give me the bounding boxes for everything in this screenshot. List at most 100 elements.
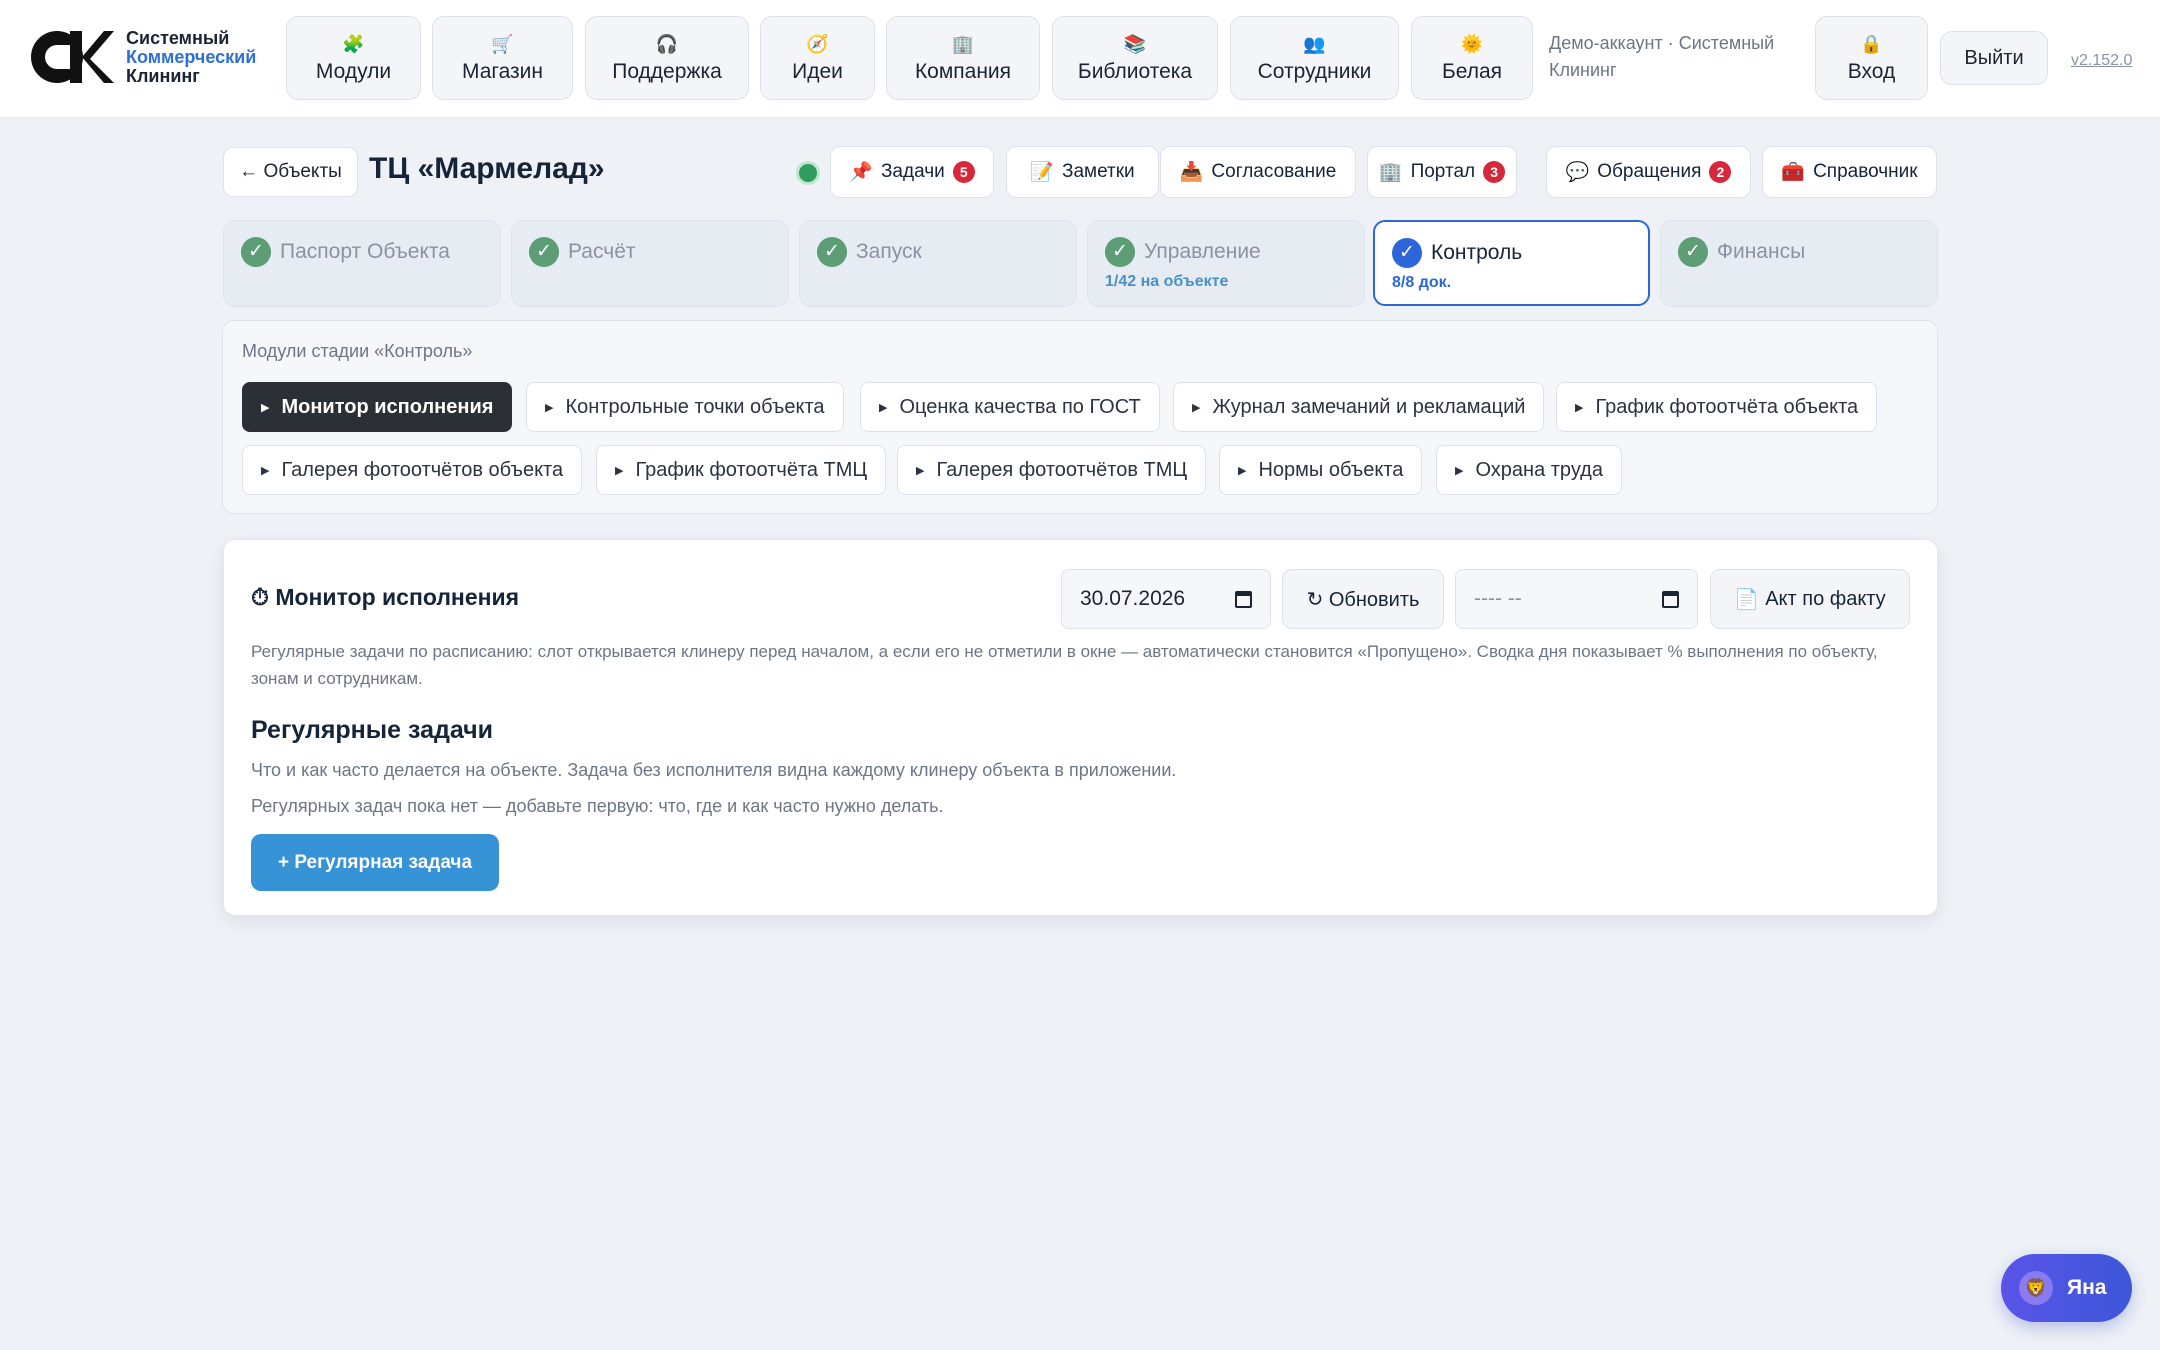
reference-button[interactable]: 🧰 Справочник xyxy=(1762,146,1937,198)
nav-modules-button[interactable]: 🧩 Модули xyxy=(286,16,421,100)
play-icon: ▶ xyxy=(615,464,624,477)
module-chip-tmc-schedule[interactable]: ▶ График фотоотчёта ТМЦ xyxy=(596,445,887,495)
nav-library-button[interactable]: 📚 Библиотека xyxy=(1052,16,1218,100)
requests-button[interactable]: 💬 Обращения 2 xyxy=(1546,146,1751,198)
building-icon: 🏢 xyxy=(951,34,975,54)
module-label: График фотоотчёта ТМЦ xyxy=(635,458,868,481)
module-chip-safety[interactable]: ▶ Охрана труда xyxy=(1436,445,1622,495)
section-description: Что и как часто делается на объекте. Зад… xyxy=(251,760,1177,780)
stage-launch[interactable]: ✓ Запуск xyxy=(799,220,1077,307)
portal-label: Портал xyxy=(1410,161,1476,182)
nav-ideas-button[interactable]: 🧭 Идеи xyxy=(760,16,875,100)
stage-progress: 1/42 на объекте xyxy=(1105,273,1229,290)
stage-progress: 8/8 док. xyxy=(1392,274,1452,291)
date-input[interactable]: 30.07.2026 xyxy=(1061,569,1271,629)
play-icon: ▶ xyxy=(1455,464,1464,477)
module-chip-complaints[interactable]: ▶ Журнал замечаний и рекламаций xyxy=(1173,382,1545,432)
nav-company-button[interactable]: 🏢 Компания xyxy=(886,16,1040,100)
stage-label: Управление xyxy=(1144,240,1261,263)
memo-icon: 📝 xyxy=(1030,162,1054,183)
nav-label: Компания xyxy=(914,60,1012,83)
play-icon: ▶ xyxy=(1192,401,1201,414)
nav-theme-button[interactable]: 🌞 Белая xyxy=(1411,16,1533,100)
reference-label: Справочник xyxy=(1813,161,1918,182)
tasks-button[interactable]: 📌 Задачи 5 xyxy=(830,146,994,198)
module-label: Оценка качества по ГОСТ xyxy=(899,395,1141,418)
act-label: Акт по факту xyxy=(1765,587,1886,610)
act-button[interactable]: 📄 Акт по факту xyxy=(1710,569,1910,629)
play-icon: ▶ xyxy=(545,401,554,414)
module-chip-checkpoints[interactable]: ▶ Контрольные точки объекта xyxy=(526,382,844,432)
module-label: Монитор исполнения xyxy=(281,395,494,418)
month-input[interactable]: ---- -- xyxy=(1455,569,1698,629)
inbox-icon: 📥 xyxy=(1179,162,1204,183)
nav-shop-button[interactable]: 🛒 Магазин xyxy=(432,16,573,100)
login-label: Вход xyxy=(1847,60,1896,83)
pin-icon: 📌 xyxy=(849,162,873,183)
monitor-description: Регулярные задачи по расписанию: слот от… xyxy=(251,642,1878,688)
puzzle-icon: 🧩 xyxy=(342,34,365,54)
logo-line-3: Клининг xyxy=(126,65,200,86)
nav-label: Модули xyxy=(315,60,392,83)
logout-button[interactable]: Выйти xyxy=(1940,31,2048,85)
top-bar: Системный Коммерческий Клининг 🧩 Модули … xyxy=(0,0,2160,118)
nav-label: Белая xyxy=(1441,60,1503,83)
check-icon: ✓ xyxy=(241,237,271,267)
monitor-title: ⏱ Монитор исполнения xyxy=(251,584,520,610)
assistant-name: Яна xyxy=(2067,1276,2107,1299)
toolbox-icon: 🧰 xyxy=(1781,162,1806,183)
module-chip-photo-gallery[interactable]: ▶ Галерея фотоотчётов объекта xyxy=(242,445,583,495)
stage-passport[interactable]: ✓ Паспорт Объекта xyxy=(223,220,501,307)
assistant-button[interactable]: 🦁 Яна xyxy=(2001,1254,2132,1322)
monitor-card: ⏱ Монитор исполнения 30.07.2026 ↻ Обнови… xyxy=(223,539,1938,916)
modules-panel: Модули стадии «Контроль» ▶ Монитор испол… xyxy=(222,320,1938,514)
section-title: Регулярные задачи xyxy=(251,716,494,744)
login-button[interactable]: 🔒 Вход xyxy=(1815,16,1928,100)
nav-label: Магазин xyxy=(461,60,543,83)
calendar-icon[interactable] xyxy=(1235,590,1252,608)
approval-button[interactable]: 📥 Согласование xyxy=(1160,146,1356,198)
version-link[interactable]: v2.152.0 xyxy=(2071,52,2132,70)
logo-text: Системный Коммерческий Клининг xyxy=(126,28,257,86)
play-icon: ▶ xyxy=(1575,401,1584,414)
play-icon: ▶ xyxy=(261,464,270,477)
building-icon: 🏢 xyxy=(1378,162,1403,183)
module-label: Журнал замечаний и рекламаций xyxy=(1212,395,1526,418)
stage-label: Паспорт Объекта xyxy=(280,240,450,263)
portal-button[interactable]: 🏢 Портал 3 xyxy=(1367,146,1517,198)
add-regular-task-button[interactable]: + Регулярная задача xyxy=(251,834,499,891)
stage-calculation[interactable]: ✓ Расчёт xyxy=(511,220,789,307)
module-chip-tmc-gallery[interactable]: ▶ Галерея фотоотчётов ТМЦ xyxy=(897,445,1207,495)
nav-support-button[interactable]: 🎧 Поддержка xyxy=(585,16,749,100)
calendar-icon[interactable] xyxy=(1662,590,1679,608)
document-icon: 📄 xyxy=(1734,588,1760,611)
module-chip-norms[interactable]: ▶ Нормы объекта xyxy=(1219,445,1423,495)
modules-caption: Модули стадии «Контроль» xyxy=(242,341,473,361)
back-to-objects-button[interactable]: ← Объекты xyxy=(223,147,358,197)
nav-label: Библиотека xyxy=(1077,60,1193,83)
nav-employees-button[interactable]: 👥 Сотрудники xyxy=(1230,16,1399,100)
play-icon: ▶ xyxy=(1238,464,1247,477)
stage-control[interactable]: ✓ Контроль 8/8 док. xyxy=(1373,220,1650,306)
logo[interactable]: Системный Коммерческий Клининг xyxy=(30,28,256,86)
check-icon: ✓ xyxy=(817,237,847,267)
cart-icon: 🛒 xyxy=(491,34,514,54)
stage-label: Контроль xyxy=(1431,241,1523,264)
refresh-button[interactable]: ↻ Обновить xyxy=(1282,569,1444,629)
stage-management[interactable]: ✓ Управление 1/42 на объекте xyxy=(1087,220,1365,307)
module-chip-quality[interactable]: ▶ Оценка качества по ГОСТ xyxy=(860,382,1160,432)
stage-finance[interactable]: ✓ Финансы xyxy=(1660,220,1938,307)
date-value: 30.07.2026 xyxy=(1080,587,1186,610)
notes-button[interactable]: 📝 Заметки xyxy=(1006,146,1159,198)
module-label: Галерея фотоотчётов ТМЦ xyxy=(936,458,1188,481)
module-chip-monitor[interactable]: ▶ Монитор исполнения xyxy=(242,382,513,432)
play-icon: ▶ xyxy=(879,401,888,414)
module-chip-photo-schedule[interactable]: ▶ График фотоотчёта объекта xyxy=(1556,382,1878,432)
check-icon: ✓ xyxy=(1392,238,1422,268)
stage-label: Финансы xyxy=(1717,240,1806,263)
stage-label: Запуск xyxy=(856,240,922,263)
module-label: Галерея фотоотчётов объекта xyxy=(281,458,564,481)
headphones-icon: 🎧 xyxy=(655,34,679,54)
approval-label: Согласование xyxy=(1211,161,1337,182)
logo-line-2: Коммерческий xyxy=(126,46,257,67)
